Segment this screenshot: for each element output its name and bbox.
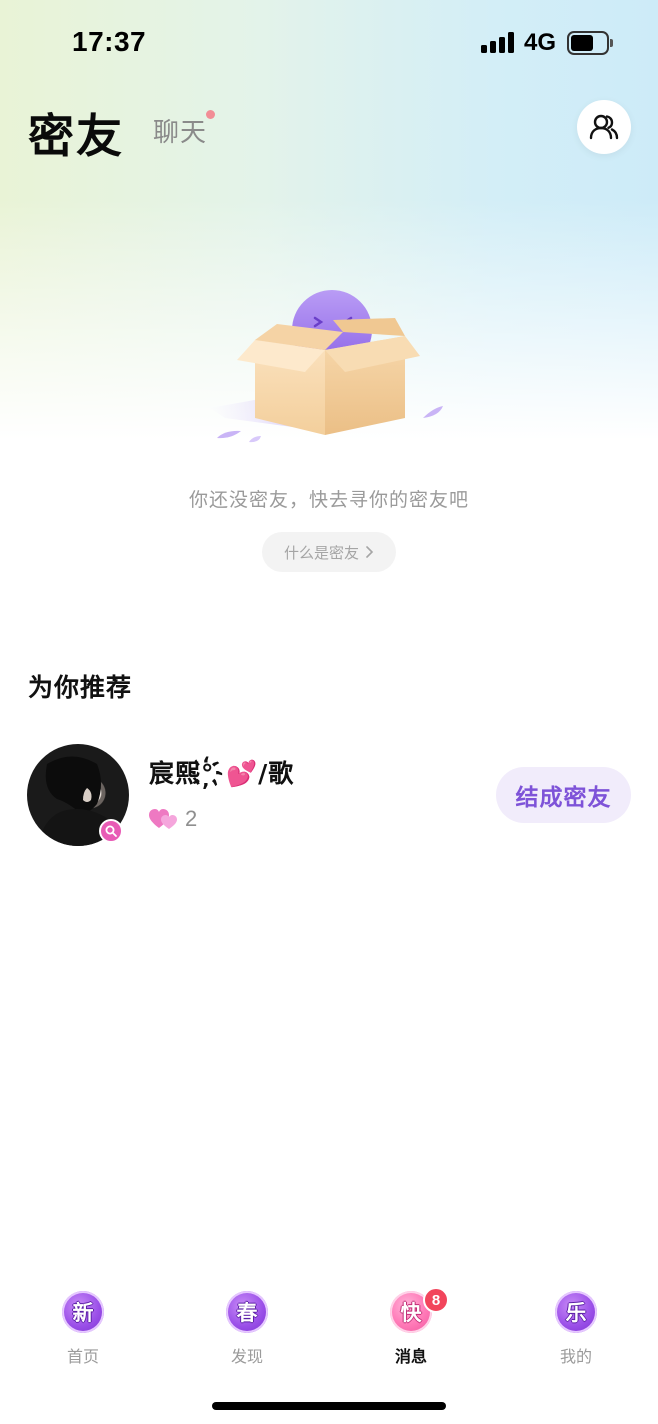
open-box-icon [210,290,443,443]
female-icon [99,819,123,843]
bottom-tab-bar: 新 首页 春 发现 快 8 消息 乐 我的 [0,1285,658,1375]
recommend-item[interactable]: 宸熙°҉💕/歌 2 结成密友 [0,740,658,850]
unread-dot [206,110,215,119]
status-time: 17:37 [72,26,147,57]
battery-icon [567,31,613,55]
tab-label: 发现 [230,1347,263,1366]
discover-icon: 春 [226,1291,268,1333]
intimacy-count: 2 [185,806,198,831]
status-bar: 17:37 4G [0,0,658,88]
tab-close-friends[interactable]: 密友 [28,100,124,166]
recommend-heading: 为你推荐 [28,673,133,702]
intimacy-info: 2 [149,804,197,834]
chevron-right-icon [366,546,374,558]
signal-strength-icon [481,31,515,53]
profile-icon: 乐 [555,1291,597,1333]
link-label: 什么是密友 [283,543,359,562]
page-header: 密友 聊天 [0,88,658,168]
contacts-button[interactable] [577,100,631,154]
tab-label: 消息 [394,1347,427,1366]
network-type: 4G [524,29,557,56]
tab-profile[interactable]: 乐 我的 [521,1285,631,1371]
home-icon: 新 [62,1291,104,1333]
tab-chat[interactable]: 聊天 [153,112,207,149]
tab-discover[interactable]: 春 发现 [192,1285,302,1371]
pink-hearts-icon [149,809,177,829]
empty-state-message: 你还没密友，快去寻你的密友吧 [188,489,469,511]
tab-home[interactable]: 新 首页 [28,1285,138,1371]
tab-label: 首页 [66,1347,99,1366]
what-is-close-friend-link[interactable]: 什么是密友 [262,532,396,572]
tab-label: 我的 [559,1347,592,1366]
befriend-button[interactable]: 结成密友 [496,767,631,823]
unread-count-badge: 8 [423,1287,449,1313]
home-indicator [212,1402,446,1410]
tab-messages[interactable]: 快 8 消息 [356,1285,466,1371]
recommend-name: 宸熙°҉💕/歌 [149,759,295,788]
people-icon [589,114,619,140]
